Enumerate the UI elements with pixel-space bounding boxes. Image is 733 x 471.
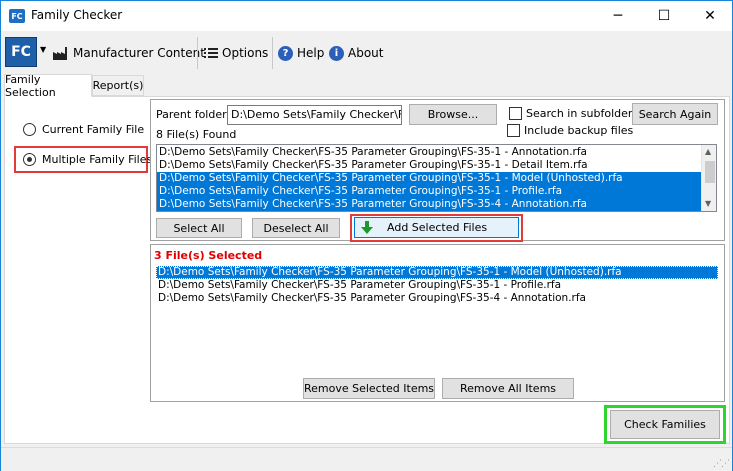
include-backup-label: Include backup files bbox=[524, 124, 634, 137]
selected-files-list[interactable]: D:\Demo Sets\Family Checker\FS-35 Parame… bbox=[156, 266, 718, 374]
add-selected-files-label: Add Selected Files bbox=[387, 221, 488, 234]
about-label: About bbox=[348, 46, 384, 60]
found-list-scrollbar[interactable]: ▲ ▼ bbox=[701, 145, 716, 211]
info-icon: i bbox=[329, 45, 344, 61]
about-button[interactable]: i About bbox=[329, 42, 383, 64]
help-button[interactable]: ? Help bbox=[278, 42, 324, 64]
manufacturer-content-label: Manufacturer Content bbox=[73, 46, 205, 60]
selected-count-label: 3 File(s) Selected bbox=[154, 249, 263, 262]
deselect-all-button[interactable]: Deselect All bbox=[252, 218, 340, 238]
files-found-label: 8 File(s) Found bbox=[156, 128, 237, 141]
search-again-button[interactable]: Search Again bbox=[632, 103, 718, 125]
search-subfolder-label: Search in subfolder bbox=[526, 107, 633, 120]
multiple-family-radio[interactable] bbox=[23, 152, 36, 166]
toolbar-divider bbox=[197, 37, 198, 69]
current-family-radio[interactable] bbox=[23, 122, 36, 136]
manufacturer-content-button[interactable]: Manufacturer Content bbox=[53, 42, 205, 64]
options-button[interactable]: Options bbox=[204, 42, 268, 64]
current-family-option[interactable]: Current Family File bbox=[23, 119, 144, 139]
tab-reports[interactable]: Report(s) bbox=[92, 75, 144, 96]
multiple-family-option[interactable]: Multiple Family Files bbox=[23, 149, 152, 169]
minimize-button[interactable]: ─ bbox=[595, 1, 641, 31]
help-label: Help bbox=[297, 46, 325, 60]
arrow-down-icon bbox=[361, 221, 373, 234]
scroll-up-icon[interactable]: ▲ bbox=[705, 147, 711, 156]
current-family-label: Current Family File bbox=[42, 122, 145, 136]
list-item[interactable]: D:\Demo Sets\Family Checker\FS-35 Parame… bbox=[157, 159, 701, 172]
resize-grip-icon[interactable]: ⋰⋰ bbox=[713, 459, 730, 469]
help-icon: ? bbox=[278, 45, 293, 61]
options-label: Options bbox=[222, 46, 269, 60]
list-item[interactable]: D:\Demo Sets\Family Checker\FS-35 Parame… bbox=[156, 279, 718, 292]
add-selected-files-button[interactable]: Add Selected Files bbox=[354, 217, 519, 238]
list-item[interactable]: D:\Demo Sets\Family Checker\FS-35 Parame… bbox=[156, 266, 718, 279]
list-item[interactable]: D:\Demo Sets\Family Checker\FS-35 Parame… bbox=[157, 172, 701, 185]
parent-folder-input[interactable]: D:\Demo Sets\Family Checker\FS-3 bbox=[227, 105, 402, 125]
chevron-down-icon[interactable]: ▼ bbox=[40, 45, 46, 54]
list-icon bbox=[204, 48, 218, 58]
maximize-button[interactable]: ☐ bbox=[641, 1, 687, 31]
remove-all-button[interactable]: Remove All Items bbox=[442, 378, 574, 399]
remove-selected-button[interactable]: Remove Selected Items bbox=[303, 378, 435, 399]
app-window: FC Family Checker ─ ☐ ✕ FC ▼ Manufacture… bbox=[0, 0, 733, 471]
list-item[interactable]: D:\Demo Sets\Family Checker\FS-35 Parame… bbox=[157, 185, 701, 198]
scroll-thumb[interactable] bbox=[705, 161, 715, 183]
app-icon: FC bbox=[9, 9, 25, 23]
scroll-down-icon[interactable]: ▼ bbox=[705, 199, 711, 208]
search-subfolder-checkbox[interactable] bbox=[509, 107, 522, 120]
window-title: Family Checker bbox=[31, 8, 123, 22]
check-families-button[interactable]: Check Families bbox=[610, 410, 720, 439]
select-all-button[interactable]: Select All bbox=[156, 218, 242, 238]
list-item[interactable]: D:\Demo Sets\Family Checker\FS-35 Parame… bbox=[157, 146, 701, 159]
status-bar: ⋰⋰ bbox=[1, 447, 732, 471]
list-item[interactable]: D:\Demo Sets\Family Checker\FS-35 Parame… bbox=[157, 198, 701, 211]
factory-icon bbox=[53, 47, 67, 60]
browse-button[interactable]: Browse... bbox=[409, 104, 497, 125]
list-item[interactable]: D:\Demo Sets\Family Checker\FS-35 Parame… bbox=[156, 292, 718, 305]
tab-family-selection[interactable]: Family Selection bbox=[4, 73, 92, 99]
found-files-list[interactable]: D:\Demo Sets\Family Checker\FS-35 Parame… bbox=[156, 144, 717, 212]
fc-logo-button[interactable]: FC bbox=[5, 37, 37, 67]
parent-folder-label: Parent folder: bbox=[156, 108, 231, 121]
multiple-family-label: Multiple Family Files bbox=[42, 152, 153, 166]
close-button[interactable]: ✕ bbox=[687, 1, 733, 31]
title-bar: FC Family Checker ─ ☐ ✕ bbox=[1, 1, 732, 31]
include-backup-checkbox[interactable] bbox=[507, 124, 520, 137]
toolbar-divider bbox=[272, 37, 273, 69]
